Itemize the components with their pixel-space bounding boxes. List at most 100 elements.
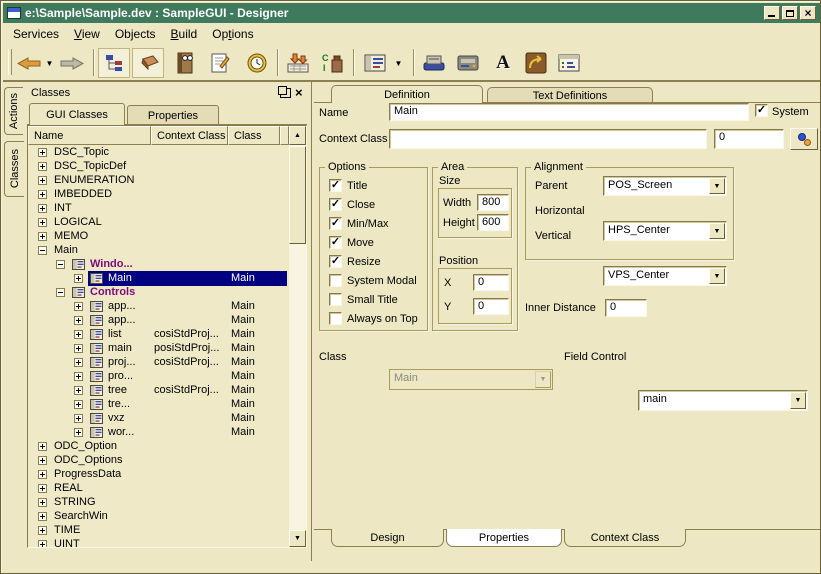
context-class-picker-button[interactable] — [790, 128, 818, 150]
tree-row[interactable]: mainposiStdProj...Main — [28, 342, 289, 356]
checkbox[interactable] — [329, 312, 342, 325]
checkbox[interactable]: ✓ — [329, 255, 342, 268]
tree-expander[interactable] — [38, 148, 47, 157]
tree-row[interactable]: app...Main — [28, 300, 289, 314]
tree-row[interactable]: ODC_Options — [28, 454, 289, 468]
width-input[interactable]: 800 — [477, 194, 509, 211]
option-checkbox-row[interactable]: System Modal — [329, 274, 427, 287]
tree-row[interactable]: Windo... — [28, 258, 289, 272]
tree-expander[interactable] — [74, 386, 83, 395]
tree-expander[interactable] — [38, 162, 47, 171]
chevron-down-icon[interactable]: ▼ — [709, 178, 725, 194]
device-button[interactable] — [454, 49, 482, 77]
chevron-down-icon[interactable]: ▼ — [709, 268, 725, 284]
tree-expander[interactable] — [74, 274, 83, 283]
scrollbar-thumb[interactable] — [289, 146, 306, 244]
option-checkbox-row[interactable]: ✓Close — [329, 198, 427, 211]
tab-definition[interactable]: Definition — [331, 85, 483, 103]
inner-distance-input[interactable]: 0 — [605, 299, 647, 317]
tree-row[interactable]: DSC_Topic — [28, 146, 289, 160]
tree-row[interactable]: LOGICAL — [28, 216, 289, 230]
help-book-button[interactable] — [171, 49, 199, 77]
tree-expander[interactable] — [74, 316, 83, 325]
context-class-number-input[interactable]: 0 — [714, 129, 784, 149]
option-checkbox-row[interactable]: ✓Move — [329, 236, 427, 249]
tree-expander[interactable] — [38, 232, 47, 241]
font-button[interactable]: A — [489, 49, 517, 77]
tree-expander[interactable] — [56, 288, 65, 297]
float-panel-icon[interactable] — [280, 88, 291, 98]
generate-code-button[interactable]: CI — [319, 49, 347, 77]
tab-design[interactable]: Design — [331, 529, 444, 547]
tree-expander[interactable] — [74, 372, 83, 381]
menu-services[interactable]: Services — [13, 27, 59, 41]
tree-expander[interactable] — [38, 442, 47, 451]
tree-expander[interactable] — [38, 246, 47, 255]
vertical-combobox[interactable]: VPS_Center▼ — [603, 266, 727, 286]
title-bar[interactable]: e:\Sample\Sample.dev : SampleGUI - Desig… — [3, 3, 820, 23]
tree-expander[interactable] — [74, 414, 83, 423]
tree-row[interactable]: ProgressData — [28, 468, 289, 482]
tab-text-definitions[interactable]: Text Definitions — [487, 87, 653, 103]
tree-row[interactable]: REAL — [28, 482, 289, 496]
tree-row[interactable]: SearchWin — [28, 510, 289, 524]
forward-button[interactable] — [58, 49, 86, 77]
column-header-class[interactable]: Class — [228, 126, 280, 145]
tree-row[interactable]: STRING — [28, 496, 289, 510]
tree-expander[interactable] — [74, 428, 83, 437]
tree-row[interactable]: wor...Main — [28, 426, 289, 440]
window-list-button[interactable] — [360, 49, 390, 77]
option-checkbox-row[interactable]: Always on Top — [329, 312, 427, 325]
toolbar-grip[interactable] — [8, 49, 12, 75]
dialog-window-button[interactable] — [555, 49, 583, 77]
tree-expander[interactable] — [74, 358, 83, 367]
tree-row[interactable]: proj...cosiStdProj...Main — [28, 356, 289, 370]
tree-expander[interactable] — [38, 176, 47, 185]
tree-row[interactable]: listcosiStdProj...Main — [28, 328, 289, 342]
tree-expander[interactable] — [38, 540, 47, 547]
tab-gui-classes[interactable]: GUI Classes — [29, 103, 125, 125]
context-class-input[interactable] — [389, 129, 707, 149]
option-checkbox-row[interactable]: ✓Title — [329, 179, 427, 192]
checkbox[interactable]: ✓ — [329, 236, 342, 249]
menu-view[interactable]: View — [74, 27, 100, 41]
tree-row[interactable]: app...Main — [28, 314, 289, 328]
system-checkbox[interactable]: ✓ — [755, 104, 768, 117]
back-button[interactable] — [15, 49, 43, 77]
tab-properties[interactable]: Properties — [446, 529, 562, 547]
print-button[interactable] — [420, 49, 448, 77]
parent-combobox[interactable]: POS_Screen▼ — [603, 176, 727, 196]
option-checkbox-row[interactable]: Small Title — [329, 293, 427, 306]
tree-expander[interactable] — [74, 302, 83, 311]
tree-row[interactable]: MEMO — [28, 230, 289, 244]
tree-row[interactable]: ODC_Option — [28, 440, 289, 454]
tab-properties-left[interactable]: Properties — [127, 105, 219, 125]
column-header-context-class[interactable]: Context Class — [151, 126, 228, 145]
maximize-button[interactable] — [782, 6, 798, 20]
field-control-combobox[interactable]: main▼ — [638, 390, 808, 411]
menu-options[interactable]: Options — [212, 27, 253, 41]
tree-expander[interactable] — [74, 400, 83, 409]
tree-expander[interactable] — [38, 470, 47, 479]
horizontal-combobox[interactable]: HPS_Center▼ — [603, 221, 727, 241]
hierarchy-view-button[interactable] — [98, 48, 130, 78]
edit-note-button[interactable] — [206, 49, 234, 77]
chevron-down-icon[interactable]: ▼ — [790, 392, 806, 409]
tree-expander[interactable] — [38, 190, 47, 199]
dock-tab-actions[interactable]: Actions — [4, 87, 23, 135]
window-list-dropdown[interactable]: ▼ — [392, 49, 405, 77]
tree-expander[interactable] — [38, 484, 47, 493]
column-header-name[interactable]: Name — [28, 126, 151, 145]
tree-expander[interactable] — [38, 526, 47, 535]
tree-row[interactable]: MainMain — [28, 272, 289, 286]
tree-row[interactable]: tre...Main — [28, 398, 289, 412]
dock-tab-classes[interactable]: Classes — [4, 141, 24, 197]
tree-expander[interactable] — [74, 344, 83, 353]
checkbox[interactable]: ✓ — [329, 217, 342, 230]
tree-row[interactable]: Main — [28, 244, 289, 258]
tree-expander[interactable] — [38, 204, 47, 213]
scroll-down-button[interactable]: ▼ — [289, 530, 306, 547]
tree-row[interactable]: treecosiStdProj...Main — [28, 384, 289, 398]
minimize-button[interactable] — [764, 6, 780, 20]
tree-expander[interactable] — [38, 218, 47, 227]
